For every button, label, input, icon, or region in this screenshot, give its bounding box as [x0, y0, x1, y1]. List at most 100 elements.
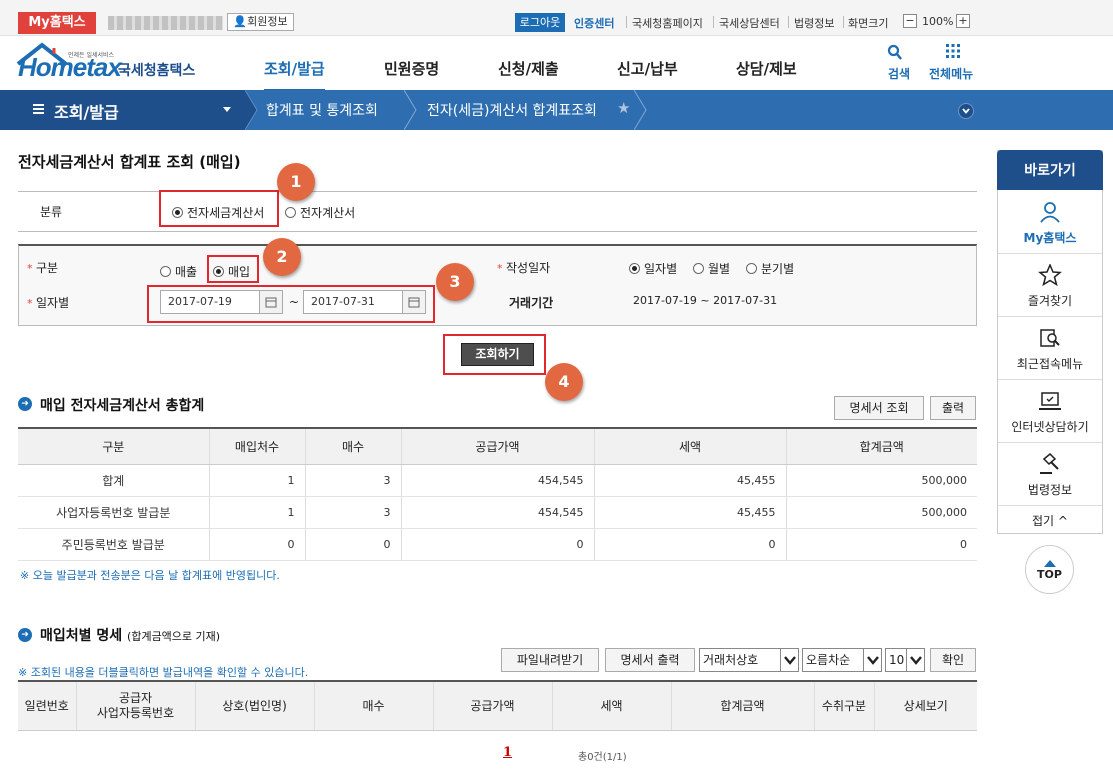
- nav-consult-report[interactable]: 상담/제보: [736, 58, 797, 79]
- sort-order-select[interactable]: 오름차순: [802, 648, 882, 672]
- table-cell: 사업자등록번호 발급분: [18, 496, 209, 529]
- quick-item-my-hometax[interactable]: My홈택스: [998, 191, 1102, 254]
- col-header: 공급가액: [400, 429, 594, 465]
- caret-down-icon[interactable]: [223, 107, 231, 112]
- my-hometax-badge[interactable]: My홈택스: [18, 12, 96, 34]
- nav-report-pay[interactable]: 신고/납부: [617, 58, 678, 79]
- table-cell: 합계: [18, 464, 209, 497]
- zoom-in-button[interactable]: +: [956, 14, 970, 28]
- table-cell: 45,455: [593, 496, 786, 529]
- person-icon: 👤: [233, 15, 248, 28]
- laptop-icon: [1039, 392, 1061, 410]
- collapse-button[interactable]: 접기 ^: [998, 512, 1102, 529]
- radio-dot[interactable]: [629, 263, 640, 274]
- quick-item-label: 최근접속메뉴: [1016, 357, 1084, 371]
- summary-note: ※ 오늘 발급분과 전송분은 다음 날 합계표에 반영됩니다.: [20, 569, 280, 582]
- logout-button[interactable]: 로그아웃: [515, 13, 565, 32]
- period-value: 2017-07-19 ~ 2017-07-31: [633, 294, 778, 307]
- table-cell: 0: [304, 528, 401, 561]
- breadcrumb-item-einvoice-summary[interactable]: 전자(세금)계산서 합계표조회: [427, 100, 597, 120]
- radio-monthly[interactable]: 월별: [693, 260, 730, 277]
- radio-dot[interactable]: [160, 266, 171, 277]
- print-statement-button[interactable]: 명세서 출력: [605, 648, 695, 672]
- col-header: 상세보기: [873, 682, 977, 731]
- page-size-select[interactable]: 10: [885, 648, 925, 672]
- confirm-button[interactable]: 확인: [930, 648, 976, 672]
- search-icon[interactable]: [887, 44, 903, 62]
- hamburger-icon[interactable]: [33, 104, 44, 114]
- table-cell: 1: [208, 496, 305, 529]
- radio-label: 월별: [708, 262, 731, 276]
- col-header: 일련번호: [18, 682, 76, 731]
- law-info-link[interactable]: 법령정보: [794, 15, 834, 31]
- date-label: * 일자별: [27, 296, 70, 310]
- col-header: 공급가액: [432, 682, 552, 731]
- consult-center-link[interactable]: 국세상담센터: [719, 15, 780, 31]
- quick-item-recent-menu[interactable]: 최근접속메뉴: [998, 317, 1102, 380]
- table-cell: 0: [593, 528, 786, 561]
- chevron-down-icon: [863, 649, 881, 671]
- scroll-top-button[interactable]: TOP: [1025, 545, 1074, 594]
- table-cell: 500,000: [785, 496, 977, 529]
- radio-sales[interactable]: 매출: [160, 263, 197, 280]
- divider: [843, 16, 844, 28]
- radio-quarterly[interactable]: 분기별: [746, 260, 794, 277]
- quick-item-favorites[interactable]: 즐겨찾기: [998, 254, 1102, 317]
- search-label[interactable]: 검색: [888, 65, 910, 82]
- quick-item-label: 즐겨찾기: [1027, 294, 1073, 308]
- col-header: 세액: [593, 429, 786, 465]
- file-download-button[interactable]: 파일내려받기: [501, 648, 599, 672]
- type-label: * 구분: [27, 261, 59, 275]
- radio-label: 매출: [175, 265, 198, 279]
- category-label: 분류: [40, 205, 63, 219]
- table-header-row: 일련번호 공급자 사업자등록번호 상호(법인명) 매수 공급가액 세액 합계금액…: [18, 682, 977, 731]
- nav-inquiry-issue[interactable]: 조회/발급: [264, 58, 325, 92]
- member-info-button[interactable]: 👤회원정보: [227, 13, 294, 31]
- col-header: 구분: [18, 429, 209, 465]
- hometax-logo[interactable]: Hometax: [18, 52, 122, 83]
- col-header: 합계금액: [785, 429, 977, 465]
- breadcrumb-item-summary-stats[interactable]: 합계표 및 통계조회: [266, 100, 378, 120]
- radio-label: 분기별: [761, 262, 795, 276]
- quick-item-law-info[interactable]: 법령정보: [998, 443, 1102, 506]
- favorite-star-icon[interactable]: ★: [617, 99, 630, 117]
- quick-item-online-consult[interactable]: 인터넷상담하기: [998, 380, 1102, 443]
- quick-links-title: 바로가기: [997, 150, 1103, 190]
- zoom-out-button[interactable]: −: [903, 14, 917, 28]
- radio-e-invoice[interactable]: 전자계산서: [285, 204, 355, 221]
- sort-field-select[interactable]: 거래처상호: [699, 648, 799, 672]
- all-menu-label[interactable]: 전체메뉴: [929, 65, 973, 82]
- highlight-box-3: [147, 285, 435, 323]
- radio-dot[interactable]: [285, 207, 296, 218]
- radio-dot[interactable]: [693, 263, 704, 274]
- table-cell: 500,000: [785, 464, 977, 497]
- col-header: 매입처수: [208, 429, 305, 465]
- nts-home-link[interactable]: 국세청홈페이지: [632, 15, 703, 31]
- grid-menu-icon[interactable]: [946, 44, 960, 58]
- step-callout-4: 4: [545, 363, 583, 401]
- nav-apply-submit[interactable]: 신청/제출: [498, 58, 559, 79]
- print-button[interactable]: 출력: [930, 396, 976, 420]
- col-header: 매수: [304, 429, 401, 465]
- divider: [18, 231, 977, 232]
- screen-size-label: 화면크기: [848, 17, 889, 30]
- user-name-blurred: [108, 16, 223, 30]
- breadcrumb-title[interactable]: 조회/발급: [54, 99, 119, 123]
- expand-chevron-icon[interactable]: [958, 103, 974, 119]
- detail-title: 매입처별 명세 (합계금액으로 기재): [40, 628, 221, 644]
- required-mark: *: [27, 297, 36, 310]
- col-header: 합계금액: [670, 682, 814, 731]
- chevron-right-icon: [634, 90, 647, 130]
- radio-dot[interactable]: [746, 263, 757, 274]
- required-mark: *: [497, 262, 506, 275]
- nav-civil-certificate[interactable]: 민원증명: [384, 58, 439, 79]
- col-header: 상호(법인명): [194, 682, 314, 731]
- table-cell: 1: [208, 464, 305, 497]
- radio-daily[interactable]: 일자별: [629, 260, 677, 277]
- arrow-right-circle-icon: ➜: [18, 397, 32, 411]
- radio-label: 일자별: [644, 262, 678, 276]
- cert-center-link[interactable]: 인증센터: [574, 15, 614, 31]
- pager-page-1[interactable]: 1: [503, 745, 512, 760]
- detail-table: 일련번호 공급자 사업자등록번호 상호(법인명) 매수 공급가액 세액 합계금액…: [18, 682, 977, 731]
- view-statement-button[interactable]: 명세서 조회: [834, 396, 924, 420]
